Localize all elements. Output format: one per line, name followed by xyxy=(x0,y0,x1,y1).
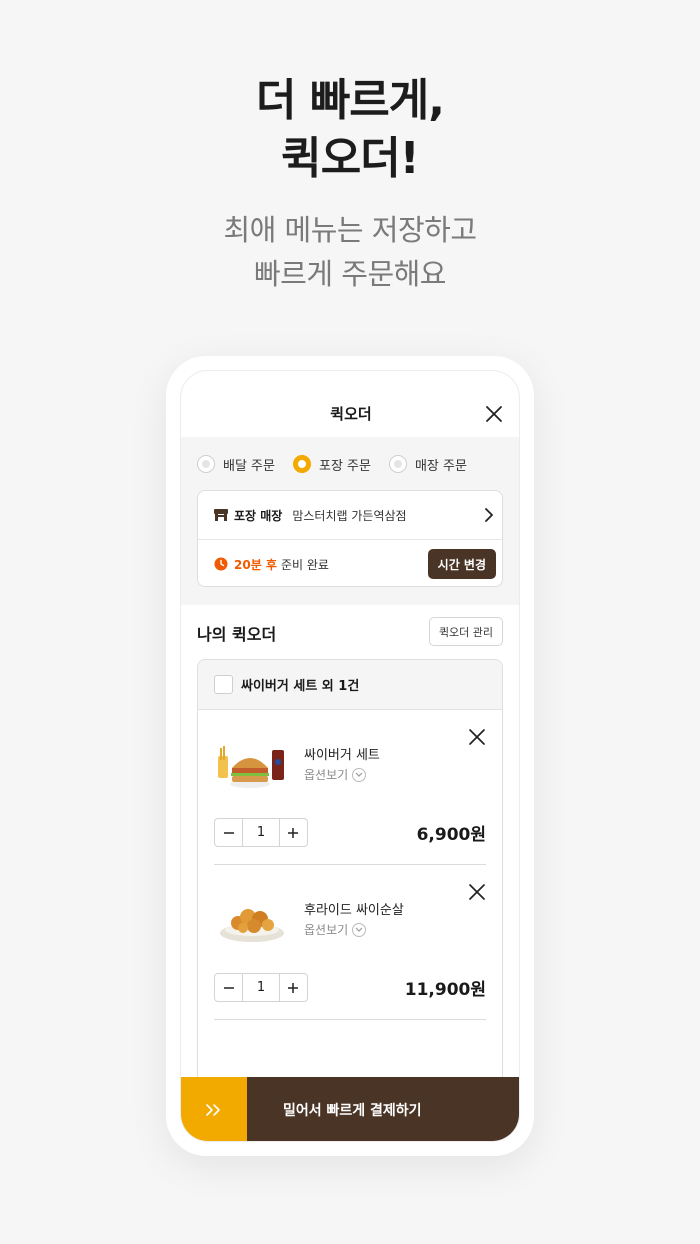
store-selector[interactable]: 포장 매장 맘스터치랩 가든역삼점 xyxy=(198,491,504,539)
slide-to-pay-button[interactable]: 밀어서 빠르게 결제하기 xyxy=(181,1077,519,1141)
pickup-time-row: 20분 후 준비 완료 시간 변경 xyxy=(198,540,504,588)
item-name: 싸이버거 세트 xyxy=(304,748,380,763)
quick-order-card: 싸이버거 세트 외 1건 싸이버거 세트 옵션보기 1 6,900원 후라이드 … xyxy=(197,659,503,1141)
order-type-group: 배달 주문 포장 주문 매장 주문 xyxy=(197,453,485,475)
quick-order-screen: 퀵오더 배달 주문 포장 주문 매장 주문 포장 매장 맘스터치랩 가든역삼점 … xyxy=(180,370,520,1142)
promo-subtitle-line2: 빠르게 주문해요 xyxy=(254,257,446,291)
chevron-down-icon xyxy=(352,767,367,782)
radio-button[interactable] xyxy=(388,455,407,473)
slide-to-pay-label: 밀어서 빠르게 결제하기 xyxy=(247,1077,519,1141)
cart-item: 싸이버거 세트 옵션보기 1 6,900원 xyxy=(214,710,486,865)
change-time-button[interactable]: 시간 변경 xyxy=(427,549,496,579)
promo-subtitle: 최애 메뉴는 저장하고 빠르게 주문해요 xyxy=(0,208,700,296)
store-tag: 포장 매장 xyxy=(234,508,283,523)
radio-button-selected[interactable] xyxy=(292,455,311,473)
pickup-time-text: 준비 완료 xyxy=(280,557,329,572)
order-settings: 배달 주문 포장 주문 매장 주문 포장 매장 맘스터치랩 가든역삼점 20분 … xyxy=(181,437,519,605)
double-chevron-right-icon xyxy=(206,1104,220,1116)
item-price: 6,900원 xyxy=(416,825,486,845)
promo-title-line2: 퀵오더! xyxy=(281,133,420,184)
clock-icon xyxy=(214,557,228,571)
quantity-value: 1 xyxy=(242,974,280,1001)
quick-order-card-header: 싸이버거 세트 외 1건 xyxy=(198,660,502,710)
radio-dine-in[interactable]: 매장 주문 xyxy=(388,453,467,475)
cart-item: 후라이드 싸이순살 옵션보기 1 11,900원 xyxy=(214,865,486,1020)
view-options-label: 옵션보기 xyxy=(304,923,349,937)
plus-icon[interactable] xyxy=(280,974,307,1001)
store-icon xyxy=(214,509,228,521)
my-quick-order-title: 나의 퀵오더 xyxy=(197,625,277,644)
promo-title-line1: 더 빠르게, xyxy=(256,75,445,126)
store-name: 맘스터치랩 가든역삼점 xyxy=(292,508,407,523)
view-options-button[interactable]: 옵션보기 xyxy=(304,921,367,938)
screen-title: 퀵오더 xyxy=(330,405,372,423)
view-options-button[interactable]: 옵션보기 xyxy=(304,766,367,783)
remove-item-icon[interactable] xyxy=(468,728,486,746)
pickup-time-value: 20분 후 xyxy=(234,557,277,572)
radio-button[interactable] xyxy=(197,455,215,473)
radio-label: 포장 주문 xyxy=(318,458,371,474)
manage-quick-order-button[interactable]: 퀵오더 관리 xyxy=(429,617,503,646)
screen-header: 퀵오더 xyxy=(181,371,519,437)
quantity-stepper: 1 xyxy=(214,973,308,1002)
slide-handle[interactable] xyxy=(181,1077,247,1141)
burger-set-image xyxy=(218,746,284,788)
minus-icon[interactable] xyxy=(215,819,242,846)
view-options-label: 옵션보기 xyxy=(304,768,349,782)
quantity-stepper: 1 xyxy=(214,818,308,847)
fried-chicken-image xyxy=(220,909,284,942)
item-price: 11,900원 xyxy=(404,980,486,1000)
radio-takeout[interactable]: 포장 주문 xyxy=(292,453,371,475)
promo-subtitle-line1: 최애 메뉴는 저장하고 xyxy=(223,213,477,247)
radio-delivery[interactable]: 배달 주문 xyxy=(197,453,275,475)
chevron-right-icon xyxy=(485,508,493,522)
item-name: 후라이드 싸이순살 xyxy=(304,903,404,918)
store-card: 포장 매장 맘스터치랩 가든역삼점 20분 후 준비 완료 시간 변경 xyxy=(197,490,504,588)
select-checkbox[interactable] xyxy=(214,675,233,694)
chevron-down-icon xyxy=(352,922,367,937)
close-icon[interactable] xyxy=(484,404,504,424)
radio-label: 매장 주문 xyxy=(414,458,467,474)
radio-label: 배달 주문 xyxy=(223,458,275,474)
remove-item-icon[interactable] xyxy=(468,883,486,901)
promo-title: 더 빠르게, 퀵오더! xyxy=(0,72,700,188)
quick-order-summary: 싸이버거 세트 외 1건 xyxy=(241,679,360,694)
minus-icon[interactable] xyxy=(215,974,242,1001)
quantity-value: 1 xyxy=(242,819,280,846)
plus-icon[interactable] xyxy=(280,819,307,846)
